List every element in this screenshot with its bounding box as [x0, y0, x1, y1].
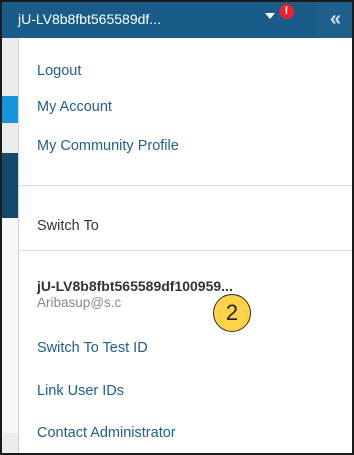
- background-dark-band: [2, 153, 18, 218]
- background-light-band: [2, 218, 18, 433]
- switch-to-test-id-link[interactable]: Switch To Test ID: [37, 340, 148, 356]
- top-bar: jU-LV8b8fbt565589df... ! «: [2, 2, 352, 38]
- background-blue-band: [2, 96, 18, 123]
- user-dropdown-menu: Logout My Account My Community Profile S…: [18, 38, 352, 453]
- menu-divider: [19, 250, 352, 251]
- double-chevron-left-icon: «: [329, 8, 341, 30]
- switch-to-heading[interactable]: Switch To: [37, 218, 99, 234]
- collapse-sidebar-button[interactable]: «: [316, 2, 352, 38]
- background-page-strip: [2, 38, 18, 453]
- menu-divider: [19, 185, 352, 186]
- my-account-link[interactable]: My Account: [37, 99, 112, 115]
- screenshot-frame: jU-LV8b8fbt565589df... ! « Logout My Acc…: [0, 0, 354, 455]
- step-callout-badge: 2: [213, 294, 251, 332]
- user-menu-button[interactable]: jU-LV8b8fbt565589df... !: [4, 2, 316, 38]
- logout-link[interactable]: Logout: [37, 63, 81, 79]
- contact-administrator-link[interactable]: Contact Administrator: [37, 425, 176, 441]
- account-email: Aribasup@s.c: [37, 295, 122, 310]
- alert-icon: !: [279, 4, 294, 19]
- user-id-label: jU-LV8b8fbt565589df...: [18, 11, 161, 27]
- account-id: jU-LV8b8fbt565589df100959...: [37, 278, 233, 294]
- link-user-ids-link[interactable]: Link User IDs: [37, 383, 124, 399]
- my-community-profile-link[interactable]: My Community Profile: [37, 138, 179, 154]
- chevron-down-icon: [265, 13, 275, 19]
